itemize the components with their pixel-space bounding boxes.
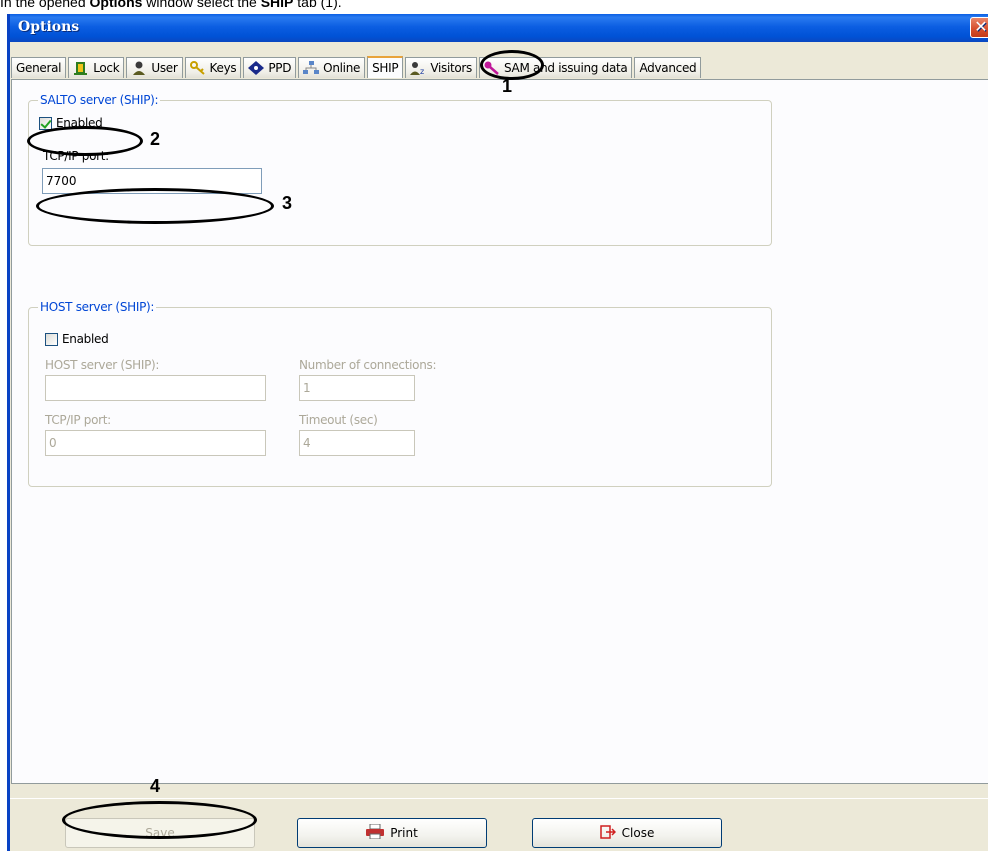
host-server-group: HOST server (SHIP): Enabled HOST server … <box>28 300 772 487</box>
user-icon <box>131 61 147 75</box>
host-group-legend: HOST server (SHIP): <box>38 300 157 314</box>
salto-group-legend: SALTO server (SHIP): <box>38 93 161 107</box>
annotation-number-3: 3 <box>282 193 293 213</box>
network-icon <box>303 61 320 75</box>
ship-tab-panel: SALTO server (SHIP): Enabled TCP/IP port… <box>11 79 988 784</box>
tab-online[interactable]: Online <box>298 57 366 78</box>
host-server-label: HOST server (SHIP): <box>45 358 160 372</box>
document-caption: In the opened Options window select the … <box>0 0 342 10</box>
timeout-input[interactable]: 4 <box>299 430 415 456</box>
tab-user[interactable]: User <box>126 57 183 78</box>
host-port-label: TCP/IP port: <box>45 413 111 427</box>
tab-advanced[interactable]: Advanced <box>634 57 702 78</box>
title-bar[interactable]: Options ✕ <box>10 14 988 42</box>
host-port-input[interactable]: 0 <box>45 430 266 456</box>
tab-general[interactable]: General <box>11 57 67 78</box>
checkbox-unchecked-icon <box>45 332 58 346</box>
annotation-ellipse-port <box>36 188 274 224</box>
tab-ship[interactable]: SHIP <box>367 56 404 78</box>
tab-strip: General Lock User Keys PPD Online SHIP z… <box>11 56 703 79</box>
connections-label: Number of connections: <box>299 358 437 372</box>
annotation-number-2: 2 <box>150 129 161 149</box>
host-server-input[interactable] <box>45 375 266 401</box>
lock-icon <box>73 61 89 75</box>
tab-visitors[interactable]: z Visitors <box>405 57 478 78</box>
salto-server-group: SALTO server (SHIP): Enabled TCP/IP port… <box>28 93 772 246</box>
printer-icon <box>366 823 385 842</box>
tab-ppd[interactable]: PPD <box>243 57 297 78</box>
checkbox-checked-icon <box>39 116 52 130</box>
close-button[interactable]: Close <box>532 818 722 848</box>
close-icon: ✕ <box>974 17 988 36</box>
annotation-ellipse-enabled <box>27 126 143 156</box>
annotation-number-4: 4 <box>150 776 161 796</box>
ppd-icon <box>248 61 265 75</box>
visitors-icon: z <box>410 61 426 76</box>
tab-lock[interactable]: Lock <box>68 57 125 78</box>
host-enabled-label: Enabled <box>62 332 109 346</box>
annotation-ellipse-save <box>62 801 257 839</box>
host-enabled-checkbox[interactable]: Enabled <box>45 332 109 346</box>
print-button[interactable]: Print <box>297 818 487 848</box>
annotation-number-1: 1 <box>502 76 513 96</box>
window-title: Options <box>18 19 80 35</box>
svg-text:z: z <box>420 67 424 75</box>
exit-icon <box>599 824 616 842</box>
keys-icon <box>189 61 206 75</box>
close-window-button[interactable]: ✕ <box>970 17 988 38</box>
connections-input[interactable]: 1 <box>299 375 415 401</box>
client-area: General Lock User Keys PPD Online SHIP z… <box>10 42 988 851</box>
tab-keys[interactable]: Keys <box>184 57 242 78</box>
timeout-label: Timeout (sec) <box>299 413 378 427</box>
